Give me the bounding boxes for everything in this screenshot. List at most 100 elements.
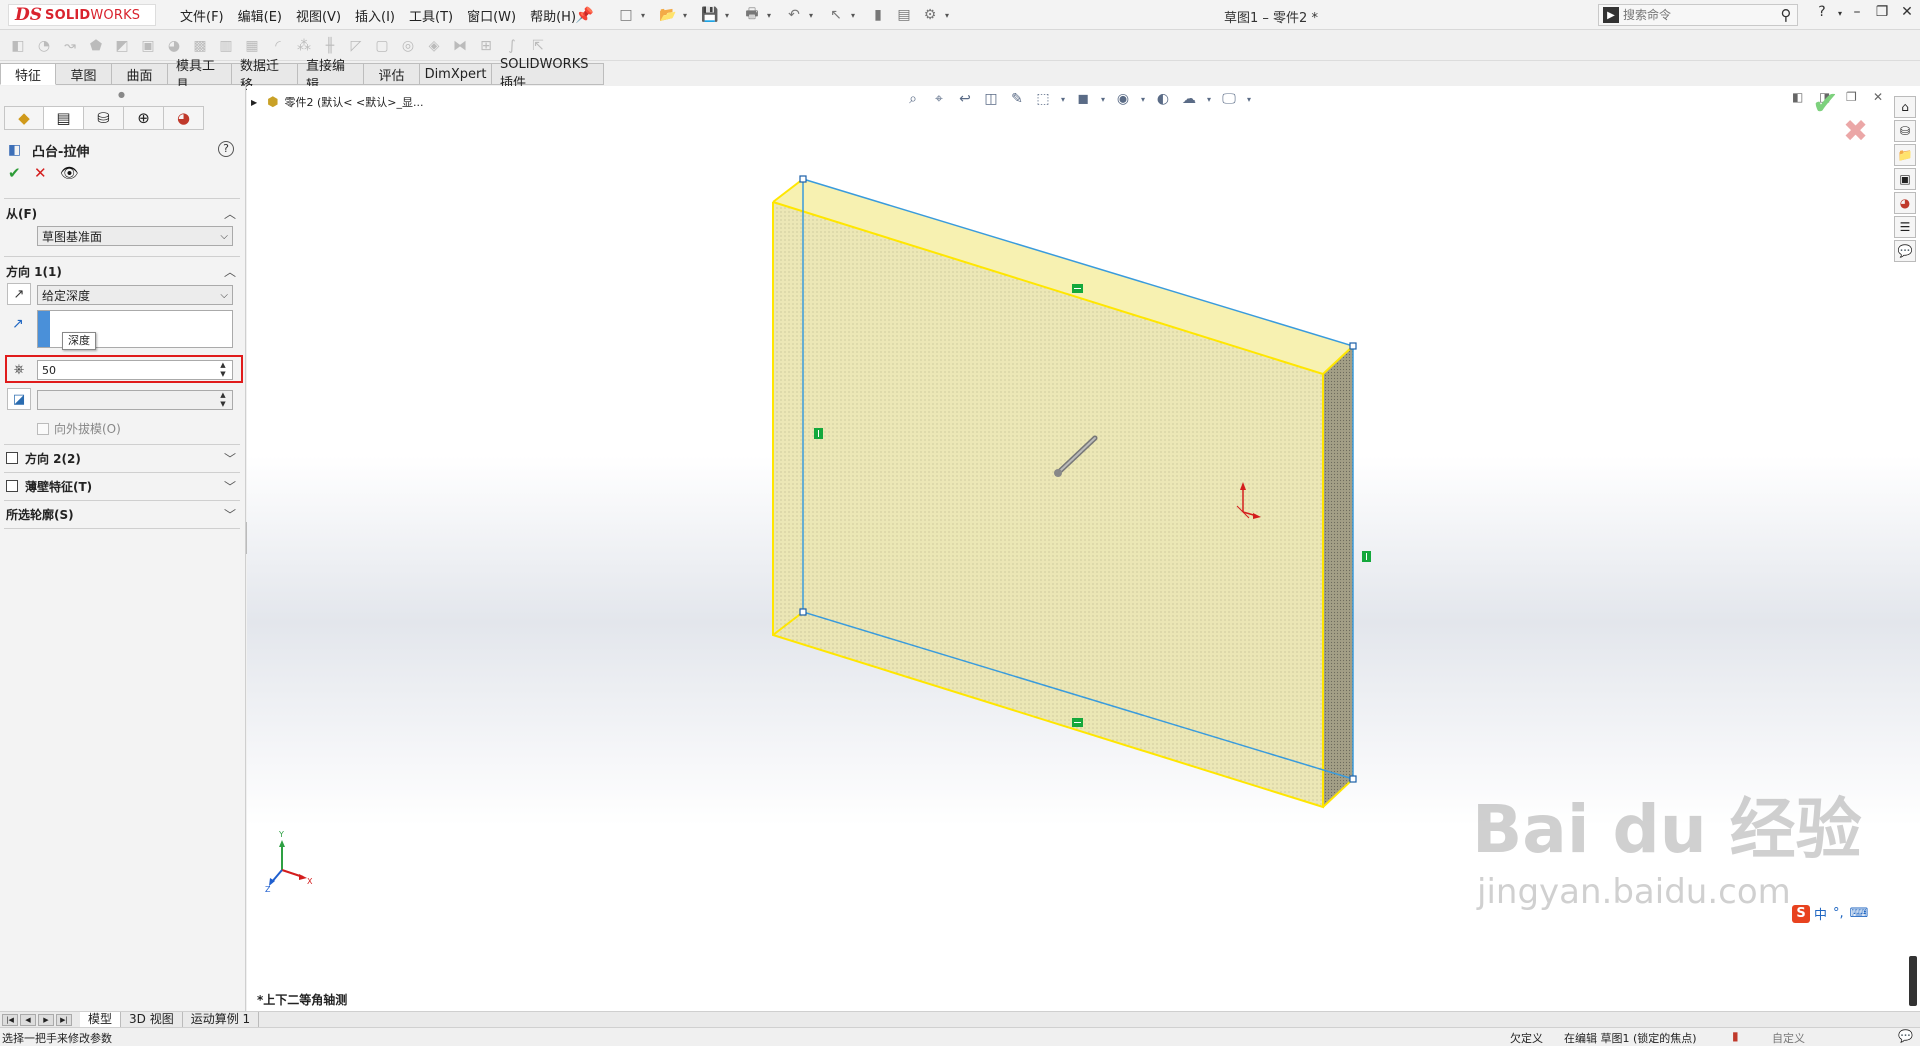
- rebuild-indicator-icon[interactable]: ▮: [1732, 1029, 1739, 1043]
- tab-surfaces[interactable]: 曲面: [112, 63, 168, 85]
- pattern-icon[interactable]: ⁂: [294, 36, 314, 56]
- curves-icon[interactable]: ∫: [502, 36, 522, 56]
- lofted-boss-icon[interactable]: ⬟: [86, 36, 106, 56]
- collapse-chevron-up-icon[interactable]: ︿: [224, 263, 236, 280]
- group-selected-contours-header[interactable]: 所选轮廓(S) ﹀: [6, 504, 240, 524]
- ok-check-icon[interactable]: ✔: [8, 164, 34, 182]
- tab-evaluate[interactable]: 评估: [364, 63, 420, 85]
- save-dropdown-icon[interactable]: ▾: [725, 11, 733, 20]
- file-properties-icon[interactable]: ▤: [893, 5, 915, 25]
- graphics-area[interactable]: ▶ ⬢ 零件2 (默认< <默认>_显... ⌕ ⌖ ↩ ◫ ✎ ⬚ ▾ ◼ ▾…: [247, 84, 1920, 1011]
- wrap-icon[interactable]: ◎: [398, 36, 418, 56]
- extruded-cut-icon[interactable]: ▣: [138, 36, 158, 56]
- new-document-icon[interactable]: □: [615, 5, 637, 25]
- from-start-condition-select[interactable]: 草图基准面 ⌵: [37, 226, 233, 246]
- spin-buttons-icon[interactable]: ▲ ▼: [216, 361, 230, 379]
- thin-feature-checkbox[interactable]: [6, 480, 18, 492]
- reverse-direction-icon[interactable]: ↗: [7, 283, 31, 305]
- menu-insert[interactable]: 插入(I): [355, 6, 395, 25]
- expand-chevron-down-icon[interactable]: ﹀: [224, 506, 236, 523]
- revolved-cut-icon[interactable]: ◕: [164, 36, 184, 56]
- depth-input[interactable]: 50 ▲ ▼: [37, 360, 233, 380]
- group-direction1-header[interactable]: 方向 1(1) ︿: [6, 261, 240, 281]
- draft-outward-checkbox[interactable]: [37, 422, 49, 435]
- swept-cut-icon[interactable]: ▩: [190, 36, 210, 56]
- undo-icon[interactable]: ↶: [783, 5, 805, 25]
- ime-logo-icon[interactable]: S: [1792, 904, 1810, 923]
- expand-chevron-down-icon[interactable]: ﹀: [224, 478, 236, 495]
- feature-tree-tab-icon[interactable]: ◆: [4, 106, 44, 130]
- tab-3d-views[interactable]: 3D 视图: [121, 1011, 183, 1028]
- search-input[interactable]: [1623, 8, 1775, 22]
- select-icon[interactable]: ↖: [825, 5, 847, 25]
- tab-motion-study[interactable]: 运动算例 1: [183, 1011, 260, 1028]
- tab-model[interactable]: 模型: [80, 1011, 122, 1028]
- menu-edit[interactable]: 编辑(E): [238, 6, 282, 25]
- shell-icon[interactable]: ▢: [372, 36, 392, 56]
- ime-punctuation[interactable]: °,: [1833, 906, 1844, 921]
- collapse-chevron-up-icon[interactable]: ︿: [224, 205, 236, 222]
- print-dropdown-icon[interactable]: ▾: [767, 11, 775, 20]
- group-from-header[interactable]: 从(F) ︿: [6, 203, 240, 223]
- undo-dropdown-icon[interactable]: ▾: [809, 11, 817, 20]
- reference-geometry-icon[interactable]: ⊞: [476, 36, 496, 56]
- ime-chinese-mode[interactable]: 中: [1814, 904, 1827, 923]
- options-gear-icon[interactable]: ⚙: [919, 5, 941, 25]
- tab-sketch[interactable]: 草图: [56, 63, 112, 85]
- draft-outward-row[interactable]: 向外拔模(O): [37, 420, 121, 437]
- search-icon[interactable]: ⚲: [1775, 6, 1797, 24]
- preview-eye-icon[interactable]: 👁: [60, 164, 86, 182]
- intersect-icon[interactable]: ◈: [424, 36, 444, 56]
- close-icon[interactable]: ✕: [1895, 4, 1919, 20]
- menu-help[interactable]: 帮助(H): [530, 6, 576, 25]
- cancel-x-icon[interactable]: ✕: [34, 164, 60, 182]
- menu-file[interactable]: 文件(F): [180, 6, 224, 25]
- group-thin-feature-header[interactable]: 薄壁特征(T) ﹀: [6, 476, 240, 496]
- menu-view[interactable]: 视图(V): [296, 6, 341, 25]
- boundary-cut-icon[interactable]: ▦: [242, 36, 262, 56]
- pin-icon[interactable]: 📌: [575, 6, 594, 24]
- tab-data-migration[interactable]: 数据迁移: [232, 59, 298, 93]
- draft-icon[interactable]: ◸: [346, 36, 366, 56]
- tab-direct-editing[interactable]: 直接编辑: [298, 59, 364, 93]
- menu-tools[interactable]: 工具(T): [409, 6, 453, 25]
- open-icon[interactable]: 📂: [657, 5, 679, 25]
- mirror-icon[interactable]: ⧓: [450, 36, 470, 56]
- property-manager-tab-icon[interactable]: ▤: [44, 106, 84, 130]
- tab-solidworks-addins[interactable]: SOLIDWORKS 插件: [492, 57, 604, 91]
- save-icon[interactable]: 💾: [699, 5, 721, 25]
- fillet-icon[interactable]: ◜: [268, 36, 288, 56]
- open-dropdown-icon[interactable]: ▾: [683, 11, 691, 20]
- restore-icon[interactable]: ❐: [1870, 4, 1894, 20]
- minimize-icon[interactable]: –: [1845, 4, 1869, 20]
- select-dropdown-icon[interactable]: ▾: [851, 11, 859, 20]
- solidworks-logo[interactable]: DS SOLIDWORKS: [8, 4, 156, 26]
- print-icon[interactable]: 🖶: [741, 5, 763, 25]
- extruded-boss-icon[interactable]: ◧: [8, 36, 28, 56]
- expand-chevron-down-icon[interactable]: ﹀: [224, 450, 236, 467]
- revolved-boss-icon[interactable]: ◔: [34, 36, 54, 56]
- swept-boss-icon[interactable]: ↝: [60, 36, 80, 56]
- group-direction2-header[interactable]: 方向 2(2) ﹀: [6, 448, 240, 468]
- spin-buttons-icon[interactable]: ▲ ▼: [216, 391, 230, 409]
- rib-icon[interactable]: ╫: [320, 36, 340, 56]
- help-question-icon[interactable]: ?: [218, 141, 234, 157]
- lofted-cut-icon[interactable]: ▥: [216, 36, 236, 56]
- menu-window[interactable]: 窗口(W): [467, 6, 516, 25]
- tab-mold-tools[interactable]: 模具工具: [168, 59, 232, 93]
- end-condition-select[interactable]: 给定深度 ⌵: [37, 285, 233, 305]
- configuration-manager-tab-icon[interactable]: ⛁: [84, 106, 124, 130]
- keyboard-icon[interactable]: ⌨: [1850, 906, 1869, 921]
- last-tab-icon[interactable]: ▶|: [56, 1013, 72, 1026]
- tab-features[interactable]: 特征: [0, 63, 56, 85]
- first-tab-icon[interactable]: |◀: [2, 1013, 18, 1026]
- tooltips-icon[interactable]: 💬: [1898, 1029, 1913, 1043]
- display-manager-tab-icon[interactable]: ◕: [164, 106, 204, 130]
- tab-dimxpert[interactable]: DimXpert: [420, 63, 492, 85]
- dimxpert-manager-tab-icon[interactable]: ⊕: [124, 106, 164, 130]
- draft-angle-input[interactable]: ▲ ▼: [37, 390, 233, 410]
- prev-tab-icon[interactable]: ◀: [20, 1013, 36, 1026]
- panel-grip-icon[interactable]: ●: [118, 90, 125, 99]
- instant3d-icon[interactable]: ⇱: [528, 36, 548, 56]
- draft-on-off-icon[interactable]: ◪: [7, 388, 31, 410]
